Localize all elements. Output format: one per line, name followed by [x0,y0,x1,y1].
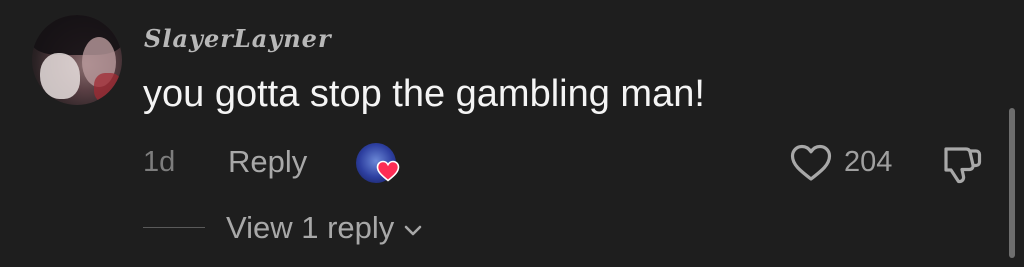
view-replies-button[interactable]: View 1 reply [226,210,424,246]
avatar-hand [40,53,80,99]
replies-divider [143,227,205,228]
timestamp: 1d [143,146,176,178]
view-replies-label: View 1 reply [226,210,395,245]
creator-liked-heart-icon [376,160,400,182]
reply-button[interactable]: Reply [228,144,307,180]
like-count: 204 [844,146,893,178]
username[interactable]: SlayerLayner [144,24,332,53]
avatar[interactable] [32,15,122,105]
creator-liked-badge [356,143,400,185]
avatar-shirt [94,73,122,103]
thumbs-down-icon[interactable] [940,143,984,185]
scrollbar[interactable] [1009,108,1015,258]
chevron-down-icon [404,225,422,235]
heart-outline-icon[interactable] [789,143,833,183]
comment-item: SlayerLayner you gotta stop the gambling… [0,0,1024,267]
comment-text: you gotta stop the gambling man! [143,73,705,115]
